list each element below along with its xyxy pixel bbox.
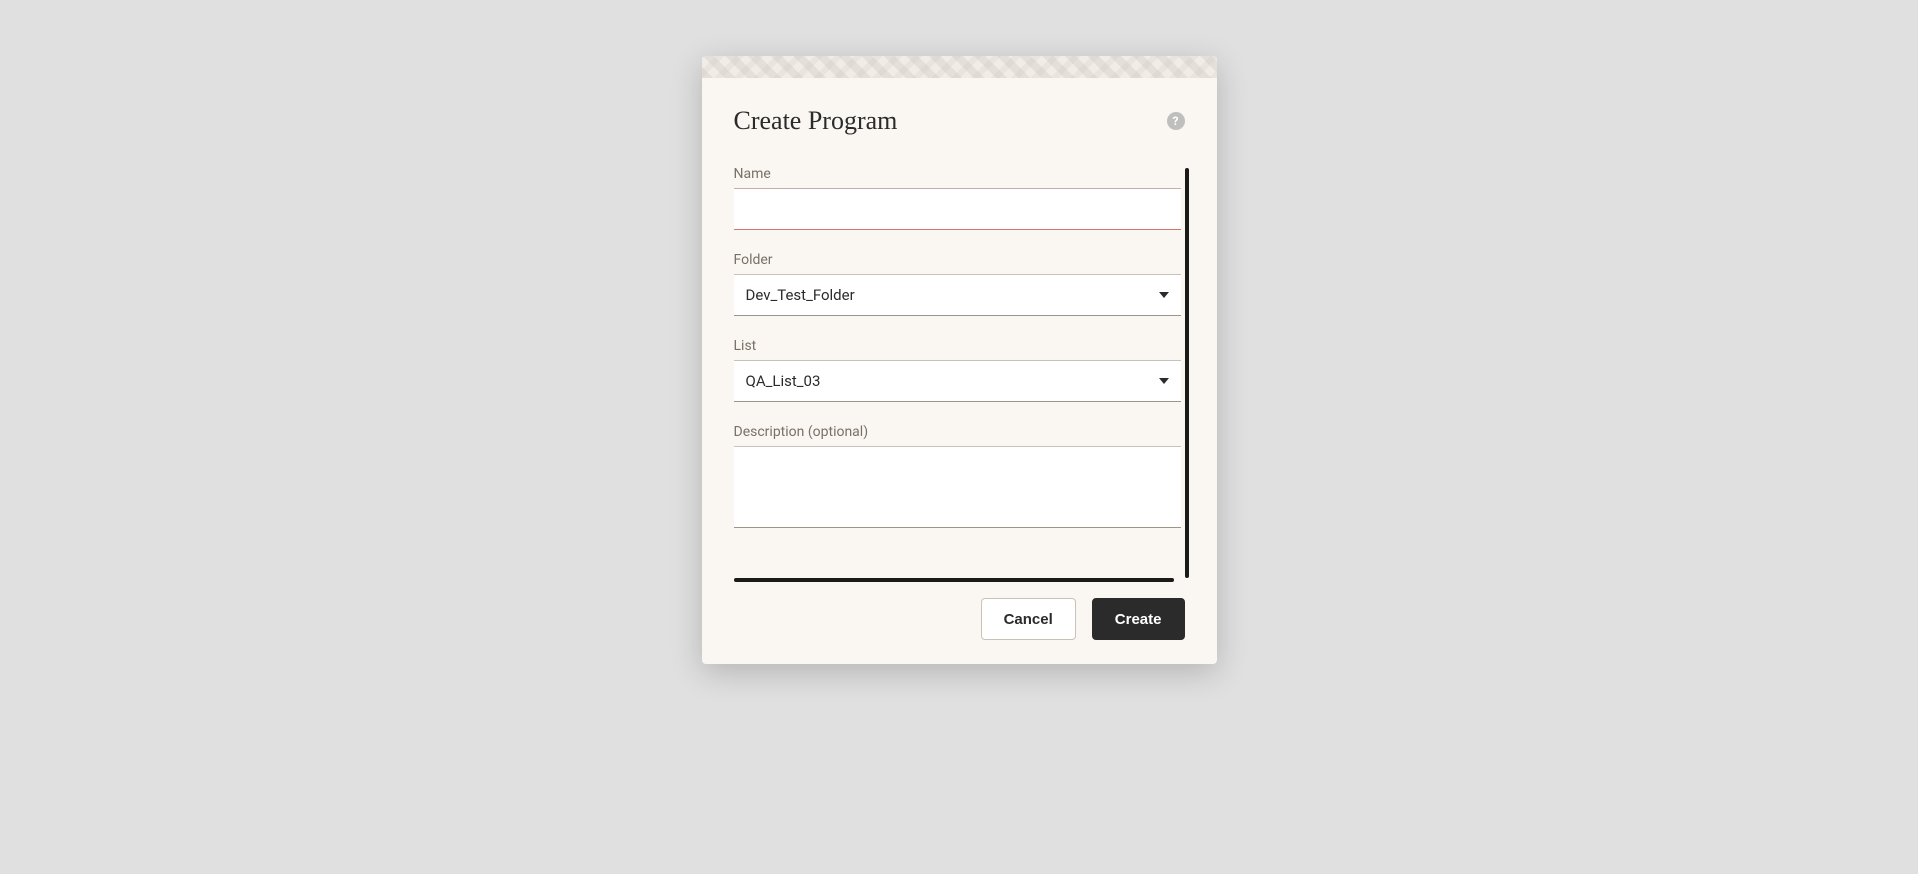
list-label: List (734, 338, 1181, 354)
dialog-scroll-area: Name Folder Dev_Test_Folder List QA_List… (734, 166, 1185, 582)
description-label: Description (optional) (734, 424, 1181, 440)
folder-select[interactable]: Dev_Test_Folder (734, 274, 1181, 316)
list-select[interactable]: QA_List_03 (734, 360, 1181, 402)
folder-field-group: Folder Dev_Test_Folder (734, 252, 1181, 316)
scrollbar-vertical[interactable] (1185, 168, 1189, 578)
dialog-title-row: Create Program ? (734, 106, 1185, 136)
list-select-value: QA_List_03 (746, 372, 1159, 390)
form-content: Name Folder Dev_Test_Folder List QA_List… (734, 166, 1181, 582)
name-field-group: Name (734, 166, 1181, 230)
name-label: Name (734, 166, 1181, 182)
cancel-button[interactable]: Cancel (981, 598, 1076, 640)
create-button[interactable]: Create (1092, 598, 1185, 640)
folder-label: Folder (734, 252, 1181, 268)
create-program-dialog: Create Program ? Name Folder Dev_Test_Fo… (702, 56, 1217, 664)
dialog-body: Create Program ? Name Folder Dev_Test_Fo… (702, 78, 1217, 582)
description-field-group: Description (optional) (734, 424, 1181, 532)
help-icon[interactable]: ? (1167, 112, 1185, 130)
description-textarea[interactable] (734, 446, 1181, 528)
list-field-group: List QA_List_03 (734, 338, 1181, 402)
dialog-footer: Cancel Create (702, 586, 1217, 640)
scrollbar-horizontal[interactable] (734, 578, 1174, 582)
dialog-header-decoration (702, 56, 1217, 78)
folder-select-value: Dev_Test_Folder (746, 286, 1159, 304)
dialog-title: Create Program (734, 106, 898, 136)
chevron-down-icon (1159, 378, 1169, 384)
chevron-down-icon (1159, 292, 1169, 298)
name-input[interactable] (734, 188, 1181, 230)
